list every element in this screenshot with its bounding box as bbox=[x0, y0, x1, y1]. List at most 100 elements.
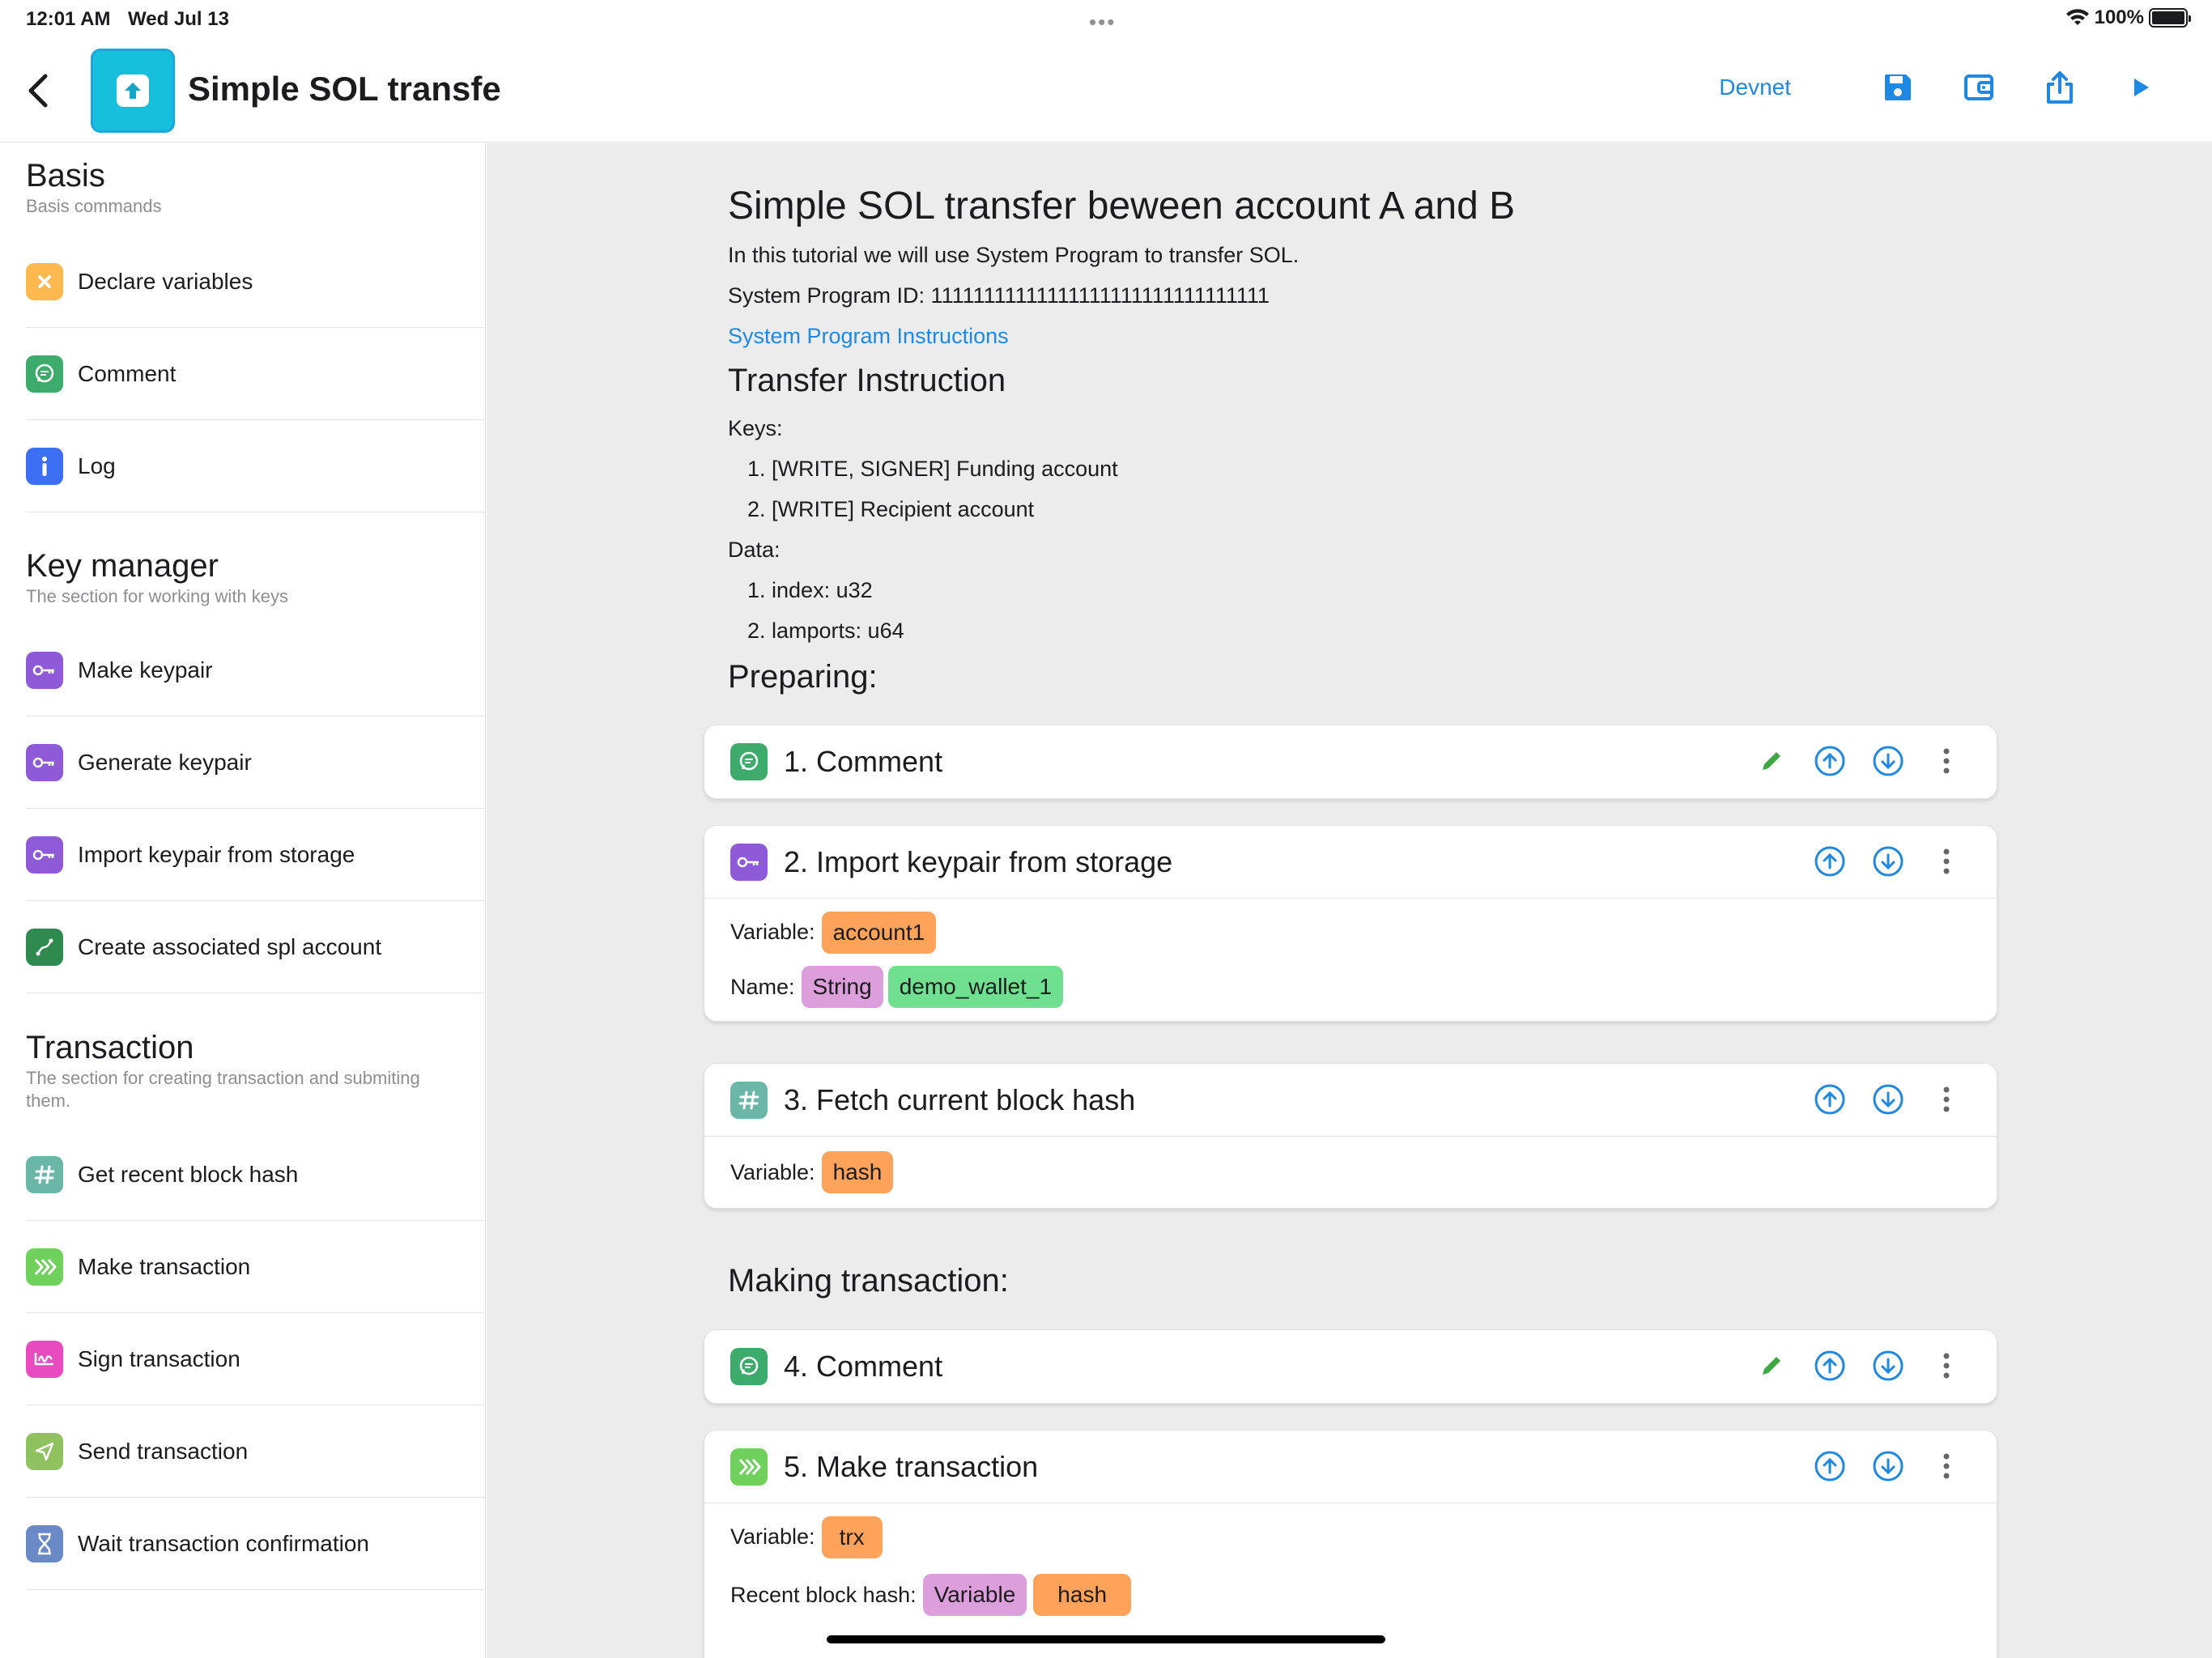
run-button[interactable] bbox=[2118, 65, 2163, 110]
sidebar-item-label: Get recent block hash bbox=[78, 1162, 299, 1187]
script-icon[interactable] bbox=[91, 49, 175, 133]
sidebar-item-label: Declare variables bbox=[78, 269, 253, 294]
move-up-button[interactable] bbox=[1812, 1448, 1848, 1484]
sidebar-item-declare-variables[interactable]: Declare variables bbox=[26, 236, 485, 328]
more-button[interactable] bbox=[1929, 844, 1964, 879]
key-icon bbox=[730, 843, 768, 881]
variable-chip[interactable]: account1 bbox=[821, 911, 937, 954]
value-chip[interactable]: demo_wallet_1 bbox=[887, 966, 1064, 1008]
more-vertical-icon bbox=[1943, 1086, 1950, 1112]
system-program-link[interactable]: System Program Instructions bbox=[728, 324, 1009, 349]
comment-icon bbox=[730, 1348, 768, 1385]
move-up-button[interactable] bbox=[1812, 844, 1848, 879]
move-up-button[interactable] bbox=[1812, 1348, 1848, 1384]
param-row-variable: Variable: account1 bbox=[704, 899, 1997, 959]
signature-icon bbox=[26, 1341, 63, 1378]
move-up-button[interactable] bbox=[1812, 1082, 1848, 1117]
sidebar-item-send-transaction[interactable]: Send transaction bbox=[26, 1406, 485, 1498]
command-card[interactable]: 3. Fetch current block hash Variable: ha… bbox=[704, 1063, 1997, 1209]
move-down-button[interactable] bbox=[1870, 1448, 1906, 1484]
card-tools bbox=[1789, 1448, 1964, 1484]
param-label: Name: bbox=[730, 974, 795, 999]
send-icon bbox=[26, 1433, 63, 1470]
command-card[interactable]: 4. Comment bbox=[704, 1329, 1997, 1404]
comment-icon bbox=[26, 355, 63, 393]
move-down-button[interactable] bbox=[1870, 1348, 1906, 1384]
arrow-down-circle-icon bbox=[1873, 1350, 1904, 1381]
card-tools bbox=[1789, 1082, 1964, 1117]
sidebar-item-label: Make keypair bbox=[78, 657, 213, 682]
script-title[interactable]: Simple SOL transfe bbox=[188, 70, 501, 108]
sidebar-item-make-transaction[interactable]: Make transaction bbox=[26, 1222, 485, 1313]
command-card[interactable]: 1. Comment bbox=[704, 725, 1997, 799]
section-subtitle-key-manager: The section for working with keys bbox=[26, 586, 289, 606]
heading-transfer-instruction: Transfer Instruction bbox=[728, 363, 1006, 398]
doc-intro: In this tutorial we will use System Prog… bbox=[728, 243, 1300, 267]
multitasking-dots-icon[interactable]: ••• bbox=[1089, 10, 1116, 35]
card-title: 5. Make transaction bbox=[784, 1449, 1039, 1483]
section-title-basis: Basis bbox=[26, 158, 105, 193]
save-button[interactable] bbox=[1875, 65, 1921, 110]
doc-title: Simple SOL transfer beween account A and… bbox=[728, 185, 1516, 227]
card-title: 3. Fetch current block hash bbox=[784, 1082, 1136, 1116]
sidebar-item-log[interactable]: Log bbox=[26, 421, 485, 512]
card-title: 2. Import keypair from storage bbox=[784, 844, 1173, 878]
move-down-button[interactable] bbox=[1870, 844, 1906, 879]
sidebar-item-sign-transaction[interactable]: Sign transaction bbox=[26, 1314, 485, 1405]
transaction-icon bbox=[26, 1248, 63, 1286]
wallet-button[interactable] bbox=[1956, 65, 2001, 110]
command-card[interactable]: 2. Import keypair from storage Variable:… bbox=[704, 825, 1997, 1022]
sidebar-item-comment[interactable]: Comment bbox=[26, 329, 485, 420]
sidebar-item-get-recent-block-hash[interactable]: Get recent block hash bbox=[26, 1129, 485, 1221]
edit-button[interactable] bbox=[1754, 1348, 1789, 1384]
network-button[interactable]: Devnet bbox=[1719, 74, 1791, 100]
param-row-variable: Variable: hash bbox=[704, 1137, 1997, 1208]
sidebar-item-label: Create associated spl account bbox=[78, 934, 382, 959]
play-icon bbox=[2134, 79, 2149, 96]
section-subtitle-basis: Basis commands bbox=[26, 196, 162, 216]
list-item: 1. index: u32 bbox=[747, 578, 873, 602]
card-title: 4. Comment bbox=[784, 1350, 943, 1383]
sidebar-item-make-keypair[interactable]: Make keypair bbox=[26, 625, 485, 716]
more-vertical-icon bbox=[1943, 848, 1950, 874]
list-item: 2. [WRITE] Recipient account bbox=[747, 497, 1035, 521]
sidebar-item-import-keypair[interactable]: Import keypair from storage bbox=[26, 810, 485, 901]
card-header: 1. Comment bbox=[704, 725, 1997, 798]
sidebar-item-label: Wait transaction confirmation bbox=[78, 1531, 369, 1556]
heading-preparing: Preparing: bbox=[728, 659, 878, 695]
sidebar-item-wait-transaction-confirmation[interactable]: Wait transaction confirmation bbox=[26, 1499, 485, 1590]
more-button[interactable] bbox=[1929, 743, 1964, 779]
more-button[interactable] bbox=[1929, 1448, 1964, 1484]
value-chip[interactable]: hash bbox=[1033, 1574, 1132, 1616]
sidebar-item-create-associated-spl-account[interactable]: Create associated spl account bbox=[26, 902, 485, 993]
pencil-icon bbox=[1763, 752, 1780, 770]
move-down-button[interactable] bbox=[1870, 1082, 1906, 1117]
move-up-button[interactable] bbox=[1812, 743, 1848, 779]
battery-icon bbox=[2149, 8, 2191, 28]
status-date: Wed Jul 13 bbox=[128, 8, 229, 30]
sidebar-item-generate-keypair[interactable]: Generate keypair bbox=[26, 717, 485, 809]
variable-chip[interactable]: trx bbox=[821, 1516, 883, 1558]
arrow-up-circle-icon bbox=[1814, 846, 1845, 877]
type-chip[interactable]: String bbox=[801, 966, 883, 1008]
command-card[interactable]: 5. Make transaction Variable: trx Recent… bbox=[704, 1430, 1997, 1658]
sidebar-item-label: Import keypair from storage bbox=[78, 842, 355, 867]
more-button[interactable] bbox=[1929, 1348, 1964, 1384]
edit-button[interactable] bbox=[1754, 743, 1789, 779]
share-button[interactable] bbox=[2037, 65, 2082, 110]
param-label: Variable: bbox=[730, 1524, 815, 1549]
battery-percent: 100% bbox=[2094, 6, 2144, 28]
home-indicator bbox=[827, 1635, 1385, 1643]
back-button[interactable] bbox=[23, 70, 55, 112]
sidebar-item-label: Send transaction bbox=[78, 1439, 249, 1464]
more-button[interactable] bbox=[1929, 1082, 1964, 1117]
type-chip[interactable]: Variable bbox=[922, 1574, 1027, 1616]
chevron-left-icon bbox=[28, 74, 48, 108]
link-icon bbox=[26, 929, 63, 966]
move-down-button[interactable] bbox=[1870, 743, 1906, 779]
nav-bar: Simple SOL transfe Devnet bbox=[0, 39, 2212, 142]
variable-chip[interactable]: hash bbox=[821, 1151, 894, 1193]
sidebar-item-label: Generate keypair bbox=[78, 750, 252, 775]
command-sidebar: Basis Basis commands Declare variables C… bbox=[0, 143, 486, 1658]
hash-icon bbox=[26, 1156, 63, 1193]
